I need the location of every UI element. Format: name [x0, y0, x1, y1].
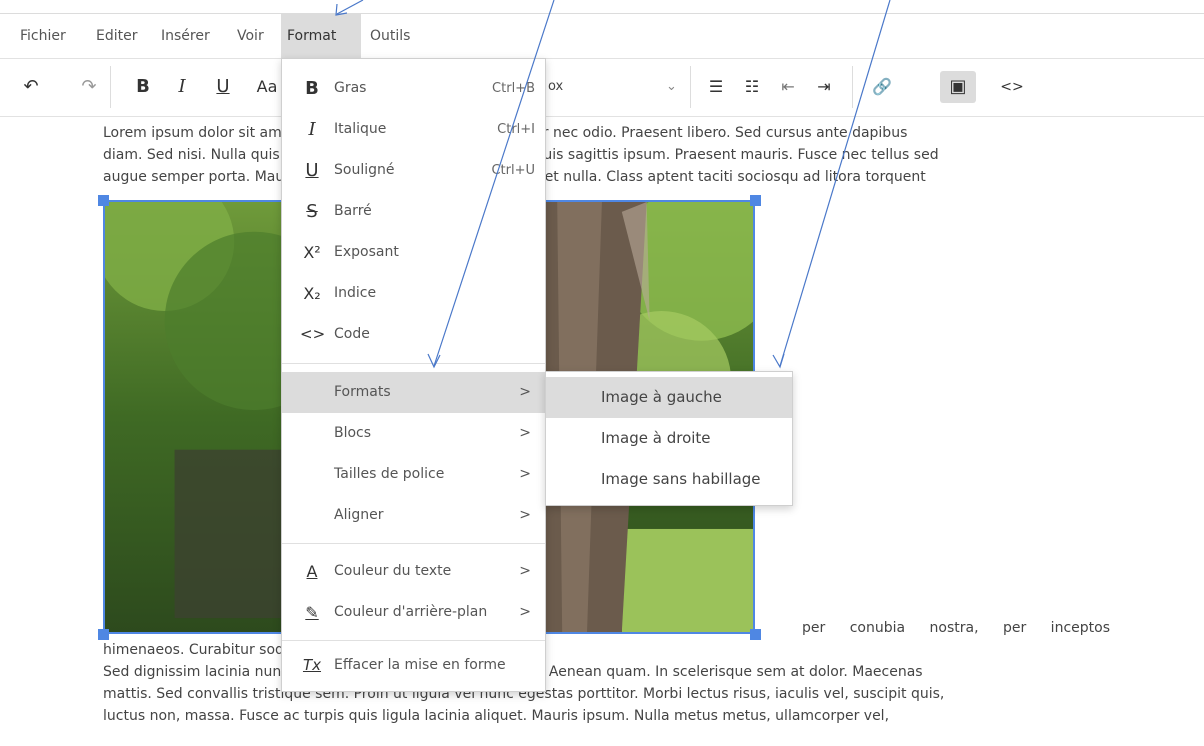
menu-format[interactable]: Format	[281, 14, 361, 58]
menu-item-aligner[interactable]: Aligner >	[282, 495, 545, 536]
text-line: Lorem ipsum dolor sit amet, consectetur …	[103, 125, 908, 141]
paragraph-3: Sed dignissim lacinia nunc. Curabitur to…	[103, 661, 1110, 727]
numbered-list-icon[interactable]: ☷	[740, 71, 764, 103]
menu-editer[interactable]: Editer	[90, 14, 143, 58]
menu-divider	[282, 543, 545, 544]
italic-button[interactable]: I	[172, 71, 192, 103]
menu-item-exposant[interactable]: X² Exposant	[282, 232, 545, 273]
menu-item-label: Blocs	[334, 425, 372, 441]
outdent-icon[interactable]: ⇤	[776, 71, 800, 103]
menu-item-souligne[interactable]: U Souligné Ctrl+U	[282, 150, 545, 191]
menu-item-label: Souligné	[334, 162, 395, 178]
menu-outils[interactable]: Outils	[364, 14, 416, 58]
menu-item-indice[interactable]: X₂ Indice	[282, 273, 545, 314]
paragraph-1: Lorem ipsum dolor sit amet, consectetur …	[103, 122, 1110, 188]
menu-divider	[282, 640, 545, 641]
submenu-item-image-droite[interactable]: Image à droite	[546, 418, 792, 459]
format-select-value: ox	[548, 79, 564, 94]
formats-submenu: Image à gauche Image à droite Image sans…	[545, 371, 793, 506]
menu-inserer[interactable]: Insérer	[155, 14, 216, 58]
resize-handle[interactable]	[750, 195, 761, 206]
menu-item-label: Italique	[334, 121, 387, 137]
source-code-icon[interactable]: <>	[998, 71, 1026, 103]
menu-item-barre[interactable]: S Barré	[282, 191, 545, 232]
menu-item-label: Effacer la mise en forme	[334, 657, 506, 673]
case-button[interactable]: Aa	[254, 71, 280, 103]
format-dropdown: B Gras Ctrl+B I Italique Ctrl+I U Soulig…	[281, 58, 546, 692]
paragraph-2-line: per conubia nostra, per inceptos	[802, 620, 1110, 636]
italic-icon: I	[308, 119, 316, 140]
chevron-right-icon: >	[519, 507, 531, 523]
menu-item-label: Gras	[334, 80, 367, 96]
menu-fichier[interactable]: Fichier	[14, 14, 72, 58]
subscript-icon: X₂	[303, 284, 321, 303]
toolbar: ↶ ↷ B I U Aa ox ⌄ ☰ ☷ ⇤ ⇥ 🔗 ▣ <>	[0, 58, 1204, 117]
menu-item-italique[interactable]: I Italique Ctrl+I	[282, 109, 545, 150]
chevron-right-icon: >	[519, 384, 531, 400]
bold-icon: B	[305, 78, 319, 99]
chevron-right-icon: >	[519, 604, 531, 620]
text-line: Sed dignissim lacinia nunc. Curabitur to…	[103, 664, 923, 680]
clear-formatting-icon: Tx	[302, 656, 322, 674]
underline-icon: U	[305, 160, 319, 181]
menu-item-label: Aligner	[334, 507, 384, 523]
highlight-color-icon: ✎	[305, 603, 319, 622]
undo-icon[interactable]: ↶	[18, 71, 44, 103]
menu-item-label: Code	[334, 326, 370, 342]
menu-item-couleur-du-texte[interactable]: A Couleur du texte >	[282, 551, 545, 592]
toolbar-separator	[690, 66, 691, 108]
menu-item-gras[interactable]: B Gras Ctrl+B	[282, 68, 545, 109]
menu-item-effacer-mise-en-forme[interactable]: Tx Effacer la mise en forme	[282, 645, 545, 686]
shortcut-label: Ctrl+I	[497, 122, 535, 137]
menu-item-label: Indice	[334, 285, 377, 301]
chevron-right-icon: >	[519, 563, 531, 579]
submenu-item-image-gauche[interactable]: Image à gauche	[546, 377, 792, 418]
chevron-right-icon: >	[519, 425, 531, 441]
indent-icon[interactable]: ⇥	[812, 71, 836, 103]
text-line: luctus non, massa. Fusce ac turpis quis …	[103, 708, 890, 724]
chevron-down-icon: ⌄	[666, 79, 677, 94]
menu-item-label: Exposant	[334, 244, 399, 260]
shortcut-label: Ctrl+B	[492, 81, 535, 96]
submenu-item-image-sans-habillage[interactable]: Image sans habillage	[546, 459, 792, 500]
text-line: augue semper porta. Mauris massa. Vestib…	[103, 169, 926, 185]
menu-item-label: Couleur d'arrière-plan	[334, 604, 488, 620]
link-icon[interactable]: 🔗	[868, 71, 896, 103]
text-color-icon: A	[306, 562, 318, 581]
menu-item-code[interactable]: <> Code	[282, 314, 545, 355]
format-select[interactable]: ox ⌄	[548, 71, 683, 103]
menu-item-tailles-de-police[interactable]: Tailles de police >	[282, 454, 545, 495]
chevron-right-icon: >	[519, 466, 531, 482]
resize-handle[interactable]	[98, 195, 109, 206]
bullet-list-icon[interactable]: ☰	[704, 71, 728, 103]
strikethrough-icon: S	[306, 201, 318, 222]
code-icon: <>	[300, 325, 326, 343]
bold-button[interactable]: B	[130, 71, 156, 103]
underline-button[interactable]: U	[212, 71, 234, 103]
paragraph-2-end: himenaeos. Curabitur sodales ligula in l…	[103, 642, 420, 658]
menu-item-label: Formats	[334, 384, 391, 400]
toolbar-separator	[852, 66, 853, 108]
text-line: diam. Sed nisi. Nulla quis sem at nibh e…	[103, 147, 939, 163]
image-icon[interactable]: ▣	[940, 71, 976, 103]
menu-item-couleur-arriere-plan[interactable]: ✎ Couleur d'arrière-plan >	[282, 592, 545, 633]
menubar: Fichier Editer Insérer Voir Format Outil…	[0, 14, 1204, 59]
menu-item-formats[interactable]: Formats >	[282, 372, 545, 413]
menu-item-blocs[interactable]: Blocs >	[282, 413, 545, 454]
menu-voir[interactable]: Voir	[231, 14, 270, 58]
shortcut-label: Ctrl+U	[491, 163, 535, 178]
resize-handle[interactable]	[98, 629, 109, 640]
resize-handle[interactable]	[750, 629, 761, 640]
redo-icon[interactable]: ↷	[76, 71, 102, 103]
menu-item-label: Couleur du texte	[334, 563, 452, 579]
menu-divider	[282, 363, 545, 364]
menu-item-label: Tailles de police	[334, 466, 445, 482]
toolbar-separator	[110, 66, 111, 108]
window-top-strip	[0, 0, 1204, 14]
superscript-icon: X²	[303, 243, 321, 262]
menu-item-label: Barré	[334, 203, 372, 219]
text-line: mattis. Sed convallis tristique sem. Pro…	[103, 686, 945, 702]
